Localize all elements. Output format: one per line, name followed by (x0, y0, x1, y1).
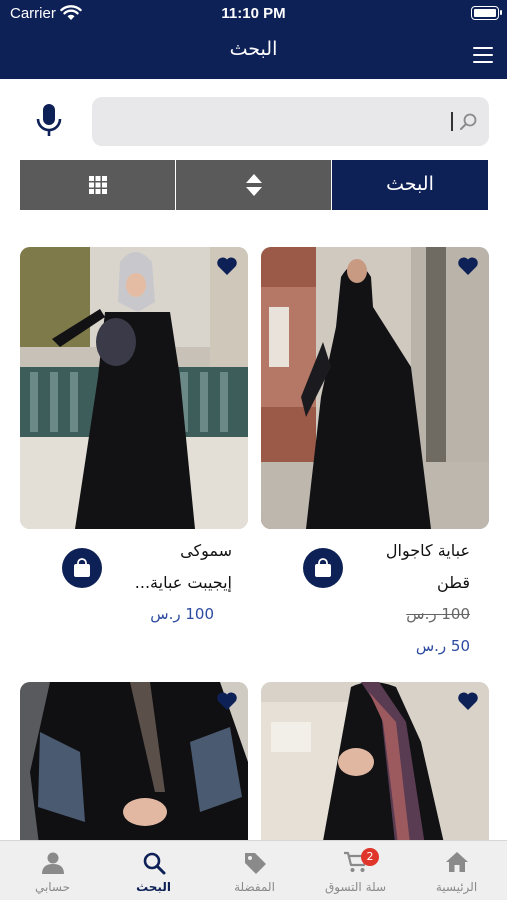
shopping-bag-icon (74, 558, 90, 577)
product-image (261, 682, 489, 852)
battery-icon (471, 6, 502, 20)
shopping-bag-icon (315, 558, 331, 577)
tab-favorites[interactable]: المفضلة (204, 841, 305, 900)
product-price: 100 ر.س (150, 605, 214, 623)
tab-favorites-label: المفضلة (234, 880, 275, 894)
heart-icon[interactable] (457, 691, 479, 711)
tab-bar: الرئيسية 2 سلة التسوق المفضلة البحث حساب… (0, 840, 507, 900)
nav-bar: البحث (0, 28, 507, 79)
grid-view-button[interactable] (20, 160, 175, 210)
heart-icon[interactable] (216, 256, 238, 276)
status-bar: Carrier 11:10 PM (0, 0, 507, 28)
search-tab-button[interactable]: البحث (332, 160, 488, 210)
search-bar (92, 97, 489, 146)
sale-price: 50 ر.س (415, 637, 470, 655)
tab-account-label: حسابي (34, 880, 71, 894)
product-card[interactable] (261, 247, 489, 529)
tab-account[interactable]: حسابي (2, 841, 103, 900)
microphone-icon[interactable] (34, 103, 64, 139)
tab-search-label: البحث (136, 880, 171, 894)
sort-button[interactable] (176, 160, 331, 210)
product-card[interactable] (20, 247, 248, 529)
sort-icon (245, 174, 262, 196)
product-image (20, 247, 248, 529)
product-image (20, 682, 248, 852)
search-input[interactable] (102, 97, 447, 146)
page-title: البحث (229, 38, 278, 60)
tab-cart-label: سلة التسوق (324, 880, 387, 894)
product-card[interactable] (20, 682, 248, 852)
product-name-line1: سموكى (180, 541, 232, 560)
heart-icon[interactable] (216, 691, 238, 711)
product-name[interactable]: سموكى إيجيبت عباية... (82, 535, 232, 599)
tab-home[interactable]: الرئيسية (406, 841, 507, 900)
add-to-cart-button[interactable] (303, 548, 343, 588)
text-cursor (451, 112, 453, 131)
tab-cart[interactable]: 2 سلة التسوق (305, 841, 406, 900)
tab-home-label: الرئيسية (435, 880, 478, 894)
original-price: 100 ر.س (406, 605, 470, 623)
add-to-cart-button[interactable] (62, 548, 102, 588)
cart-count-badge: 2 (361, 848, 379, 866)
search-icon (143, 852, 165, 875)
product-name-line2: إيجيبت عباية... (134, 573, 232, 592)
tab-search[interactable]: البحث (103, 841, 204, 900)
tag-icon (244, 853, 266, 874)
user-icon (41, 852, 64, 874)
product-name-line1: عباية كاجوال (385, 541, 470, 560)
product-card[interactable] (261, 682, 489, 852)
product-image (261, 247, 489, 529)
heart-icon[interactable] (457, 256, 479, 276)
grid-icon (88, 176, 107, 194)
search-icon (460, 113, 477, 130)
hamburger-menu-icon[interactable] (473, 47, 493, 63)
clock: 11:10 PM (221, 5, 286, 22)
home-icon (445, 852, 468, 872)
